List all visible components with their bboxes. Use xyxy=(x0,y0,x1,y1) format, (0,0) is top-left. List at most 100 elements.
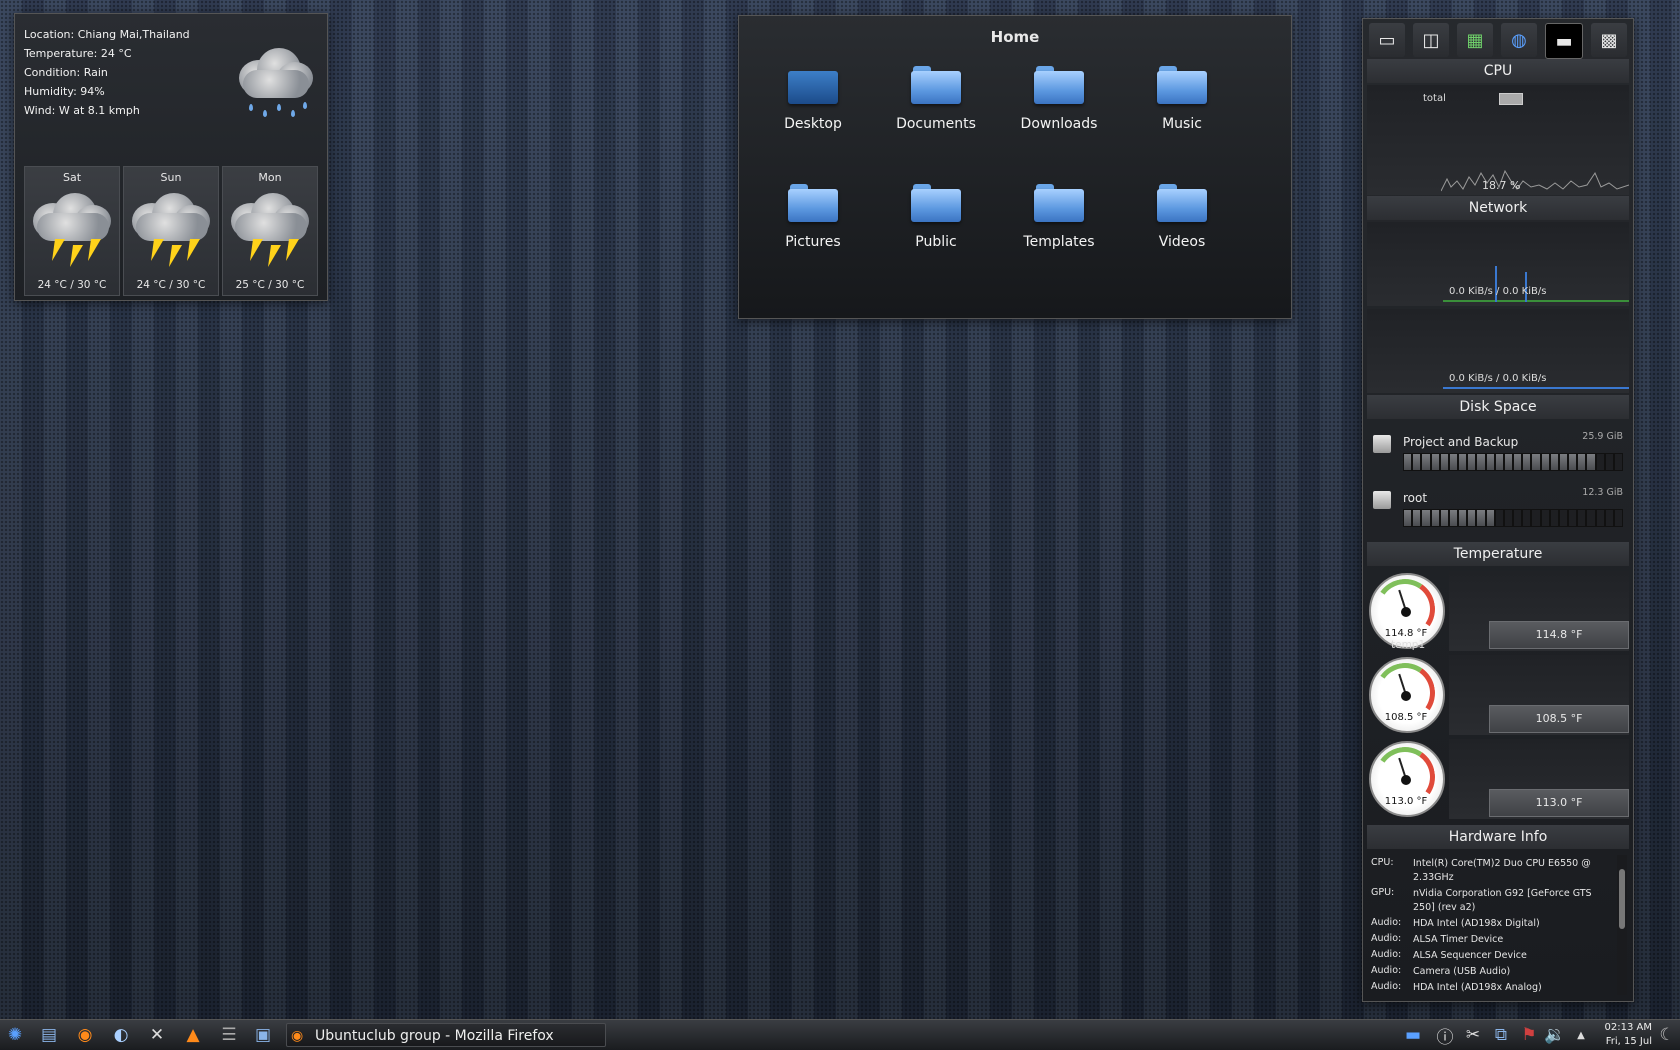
temperature-gauge: 113.0 °F xyxy=(1367,739,1445,817)
clock-date: Fri, 15 Jul xyxy=(1605,1036,1652,1047)
disk-bar-segment xyxy=(1605,510,1613,526)
tools-icon[interactable]: ✕ xyxy=(144,1023,170,1047)
disk-bar-segment xyxy=(1614,454,1623,470)
temperature-readout: 114.8 °F xyxy=(1489,621,1629,649)
temperature-gauge: 108.5 °F xyxy=(1367,655,1445,733)
gauge-value: 113.0 °F xyxy=(1384,796,1428,807)
forecast-day-label: Mon xyxy=(258,171,282,184)
folder-public[interactable]: Public xyxy=(881,184,991,274)
weather-widget: Location: Chiang Mai,Thailand Temperatur… xyxy=(14,13,328,301)
disk-bar-segment xyxy=(1578,454,1586,470)
disk-bar-segment xyxy=(1468,510,1476,526)
flag-icon[interactable]: ⚑ xyxy=(1516,1023,1542,1047)
temperature-readout: 108.5 °F xyxy=(1489,705,1629,733)
motherboard-icon[interactable]: ▦ xyxy=(1457,23,1493,57)
hardware-section-header: Hardware Info xyxy=(1367,825,1629,849)
system-monitor-widget: ▭ ◫ ▦ ◍ ▬ ▩ CPU total 18.7 % Network 0.0… xyxy=(1362,18,1634,1002)
folder-icon xyxy=(1157,184,1207,222)
forecast-temp: 25 °C / 30 °C xyxy=(235,279,305,291)
folder-label: Pictures xyxy=(785,234,841,250)
taskbar-task-firefox[interactable]: ◉ Ubuntuclub group - Mozilla Firefox xyxy=(286,1023,606,1047)
temperature-readout: 113.0 °F xyxy=(1489,789,1629,817)
firefox-icon: ◉ xyxy=(291,1028,304,1044)
disk-bar-segment xyxy=(1422,510,1430,526)
folder-label: Public xyxy=(915,234,957,250)
info-icon[interactable]: ⓘ xyxy=(1432,1023,1458,1048)
vlc-icon[interactable]: ▲ xyxy=(180,1023,206,1047)
browser-icon[interactable]: ◐ xyxy=(108,1023,134,1047)
moon-icon[interactable]: ☾ xyxy=(1654,1023,1680,1047)
cpu-sparkline xyxy=(1441,169,1629,192)
scrollbar-thumb[interactable] xyxy=(1619,869,1625,929)
disk-bar-segment xyxy=(1541,454,1549,470)
forecast-temp: 24 °C / 30 °C xyxy=(37,279,107,291)
cpu-graph: total 18.7 % xyxy=(1367,85,1629,195)
disk-bar-segment xyxy=(1541,510,1549,526)
sensor-label: temp1 xyxy=(1391,639,1426,651)
globe-icon[interactable]: ◍ xyxy=(1501,23,1537,57)
folder-music[interactable]: Music xyxy=(1127,66,1237,156)
disk-size: 25.9 GiB xyxy=(1582,431,1623,442)
folder-downloads[interactable]: Downloads xyxy=(1004,66,1114,156)
clock[interactable]: 02:13 AM Fri, 15 Jul xyxy=(1605,1021,1652,1049)
disk-bar-segment xyxy=(1523,510,1531,526)
folder-label: Music xyxy=(1162,116,1202,132)
folder-icon xyxy=(1034,184,1084,222)
volume-icon[interactable]: 🔉 xyxy=(1542,1023,1568,1047)
disk-bar-segment xyxy=(1504,510,1513,526)
disk-name: root xyxy=(1403,491,1428,505)
show-desktop-icon[interactable]: ▣ xyxy=(250,1023,276,1047)
folder-label: Templates xyxy=(1023,234,1095,250)
drive-icon xyxy=(1373,435,1391,453)
chip-icon[interactable]: ▩ xyxy=(1591,23,1627,57)
weather-humidity: Humidity: 94% xyxy=(24,85,105,98)
cpu-usage-value: 18.7 % xyxy=(1482,179,1521,192)
disk-bar-segment xyxy=(1614,510,1623,526)
disk-root: root 12.3 GiB xyxy=(1371,487,1627,527)
weather-wind: Wind: W at 8.1 kmph xyxy=(24,104,140,117)
folder-label: Desktop xyxy=(784,116,842,132)
firefox-icon[interactable]: ◉ xyxy=(72,1023,98,1047)
disk-bar-segment xyxy=(1596,510,1604,526)
disk-bar-segment xyxy=(1413,454,1421,470)
folder-label: Documents xyxy=(896,116,976,132)
folder-videos[interactable]: Videos xyxy=(1127,184,1237,274)
disk-bar-segment xyxy=(1477,510,1485,526)
folder-documents[interactable]: Documents xyxy=(881,66,991,156)
task-title: Ubuntuclub group - Mozilla Firefox xyxy=(315,1028,554,1044)
tray-display-icon[interactable]: ▬ xyxy=(1400,1023,1426,1047)
disk-bar-segment xyxy=(1486,454,1494,470)
disk-bar-segment xyxy=(1431,454,1439,470)
taskbar: ✺ ▤ ◉ ◐ ✕ ▲ ☰ ▣ ◉ Ubuntuclub group - Moz… xyxy=(0,1019,1680,1050)
disk-bar-segment xyxy=(1578,510,1586,526)
disk-bar-segment xyxy=(1523,454,1531,470)
kde-menu-icon[interactable]: ✺ xyxy=(2,1023,28,1047)
folder-pictures[interactable]: Pictures xyxy=(758,184,868,274)
disk-bar-segment xyxy=(1495,454,1503,470)
file-manager-icon[interactable]: ▤ xyxy=(36,1023,62,1047)
disk-usage-bar xyxy=(1403,453,1623,471)
hardware-scrollbar[interactable] xyxy=(1617,855,1627,995)
network-icon[interactable]: ⧉ xyxy=(1488,1023,1514,1047)
folder-desktop[interactable]: Desktop xyxy=(758,66,868,156)
network-section-header: Network xyxy=(1367,196,1629,220)
monitor-icon[interactable]: ▬ xyxy=(1545,23,1583,59)
disk-icon[interactable]: ◫ xyxy=(1413,23,1449,57)
panel-icon[interactable]: ☰ xyxy=(216,1023,242,1047)
disk-bar-segment xyxy=(1532,454,1540,470)
network-rate-2: 0.0 KiB/s / 0.0 KiB/s xyxy=(1449,373,1547,384)
scissors-icon[interactable]: ✂ xyxy=(1460,1023,1486,1047)
hdd-icon[interactable]: ▭ xyxy=(1369,23,1405,57)
disk-bar-segment xyxy=(1449,454,1458,470)
gauge-value: 114.8 °F xyxy=(1384,628,1428,639)
folder-templates[interactable]: Templates xyxy=(1004,184,1114,274)
desktop-folder-icon xyxy=(788,66,838,104)
folder-view-title: Home xyxy=(990,28,1040,46)
disk-bar-segment xyxy=(1569,454,1577,470)
disk-bar-segment xyxy=(1605,454,1613,470)
disk-bar-segment xyxy=(1569,510,1577,526)
tray-expand-icon[interactable]: ▲ xyxy=(1568,1023,1594,1047)
disk-bar-segment xyxy=(1559,510,1568,526)
disk-size: 12.3 GiB xyxy=(1582,487,1623,498)
disk-bar-segment xyxy=(1413,510,1421,526)
